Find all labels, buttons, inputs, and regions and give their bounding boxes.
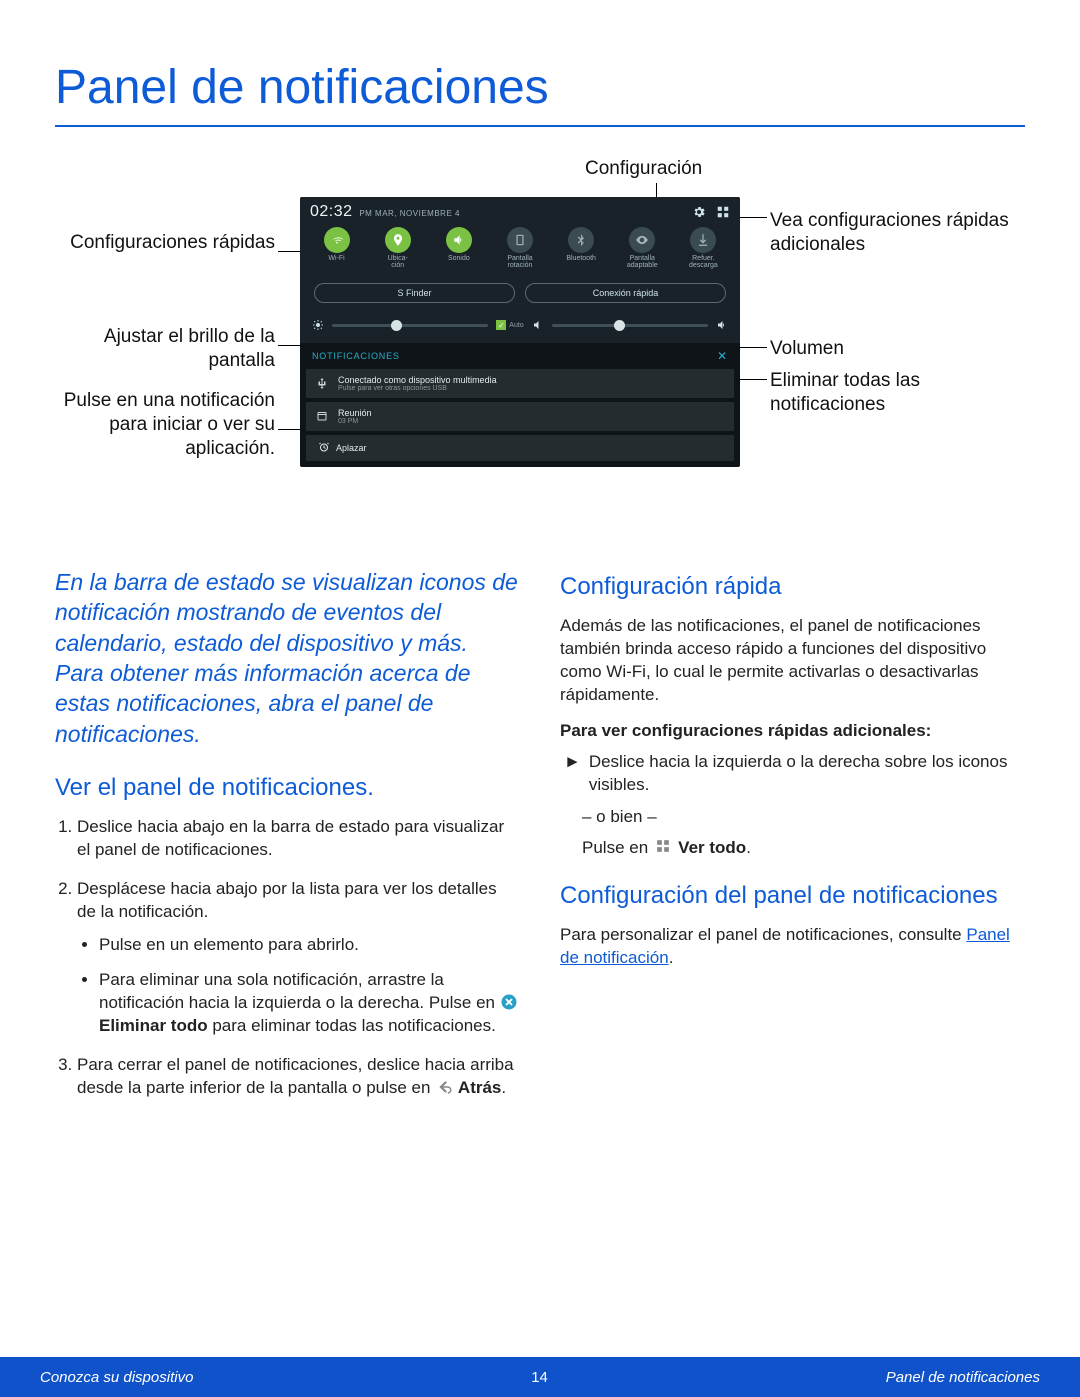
- arrow-item-viewall: Pulse en Ver todo.: [560, 837, 1025, 860]
- callout-quick-settings: Configuraciones rápidas: [55, 231, 275, 255]
- annotated-screenshot: Configuración Vea configuraciones rápida…: [55, 157, 1025, 537]
- footer-page-number: 14: [531, 1369, 548, 1386]
- notifications-header-label: NOTIFICACIONES: [312, 351, 400, 361]
- heading-quick-settings: Configuración rápida: [560, 573, 1025, 601]
- download-booster-icon[interactable]: [690, 227, 716, 253]
- volume-icon: [716, 319, 728, 331]
- heading-view-panel: Ver el panel de notificaciones.: [55, 774, 520, 802]
- arrow-item-swipe: ►Deslice hacia la izquierda o la derecha…: [560, 751, 1025, 797]
- rotate-icon[interactable]: [507, 227, 533, 253]
- adaptive-display-icon[interactable]: [629, 227, 655, 253]
- sfinder-button[interactable]: S Finder: [314, 283, 515, 303]
- callout-clear-all: Eliminar todas las notificaciones: [770, 369, 1020, 417]
- quick-settings-row: Wi-Fi Ubica- ción Sonido Pantalla rotaci…: [300, 225, 740, 275]
- snooze-button[interactable]: Aplazar: [306, 435, 734, 461]
- gear-icon[interactable]: [692, 205, 706, 219]
- heading-panel-config: Configuración del panel de notificacione…: [560, 882, 1025, 910]
- location-icon[interactable]: [385, 227, 411, 253]
- paragraph-quick-settings: Además de las notificaciones, el panel d…: [560, 615, 1025, 707]
- step-1: Deslice hacia abajo en la barra de estad…: [77, 816, 520, 862]
- volume-slider-icon: [532, 319, 544, 331]
- page-footer: Conozca su dispositivo 14 Panel de notif…: [0, 1357, 1080, 1397]
- notification-card-meeting[interactable]: Reunión 03 PM: [306, 402, 734, 431]
- clear-all-x-icon: [500, 993, 518, 1011]
- step-2: Desplácese hacia abajo por la lista para…: [77, 878, 520, 1038]
- back-icon: [435, 1078, 453, 1096]
- page-title: Panel de notificaciones: [55, 60, 1025, 127]
- callout-volume: Volumen: [770, 337, 844, 361]
- usb-icon: [316, 377, 328, 389]
- right-column: Configuración rápida Además de las notif…: [560, 567, 1025, 1116]
- left-column: En la barra de estado se visualizan icon…: [55, 567, 520, 1116]
- or-divider: – o bien –: [560, 807, 1025, 827]
- clear-all-icon[interactable]: ✕: [717, 349, 728, 363]
- alarm-icon: [318, 441, 330, 455]
- grid-icon[interactable]: [716, 205, 730, 219]
- panel-time: 02:32: [310, 203, 353, 220]
- calendar-icon: [316, 410, 328, 422]
- footer-right: Panel de notificaciones: [886, 1369, 1040, 1386]
- callout-brightness: Ajustar el brillo de la pantalla: [55, 325, 275, 373]
- bullet-open-item: Pulse en un elemento para abrirlo.: [99, 934, 520, 957]
- brightness-icon: [312, 319, 324, 331]
- bullet-clear-item: Para eliminar una sola notificación, arr…: [99, 969, 520, 1038]
- step-3: Para cerrar el panel de notificaciones, …: [77, 1054, 520, 1100]
- notification-card-usb[interactable]: Conectado como dispositivo multimedia Pu…: [306, 369, 734, 398]
- intro-paragraph: En la barra de estado se visualizan icon…: [55, 567, 520, 749]
- quick-connect-button[interactable]: Conexión rápida: [525, 283, 726, 303]
- notification-panel-screenshot: 02:32 PM MAR, NOVIEMBRE 4 Wi-Fi Ubica- c…: [300, 197, 740, 467]
- view-all-grid-icon: [656, 837, 670, 851]
- paragraph-panel-config: Para personalizar el panel de notificaci…: [560, 924, 1025, 970]
- wifi-icon[interactable]: [324, 227, 350, 253]
- callout-view-additional: Vea configuraciones rápidas adicionales: [770, 209, 1020, 257]
- panel-date: PM MAR, NOVIEMBRE 4: [359, 209, 460, 218]
- callout-tap-notification: Pulse en una notificación para iniciar o…: [55, 389, 275, 460]
- sound-icon[interactable]: [446, 227, 472, 253]
- volume-slider[interactable]: [552, 324, 708, 327]
- subhead-additional: Para ver configuraciones rápidas adicion…: [560, 721, 1025, 741]
- footer-left: Conozca su dispositivo: [40, 1369, 193, 1386]
- brightness-slider[interactable]: ✓Auto: [312, 315, 728, 335]
- callout-settings: Configuración: [585, 157, 702, 181]
- bluetooth-icon[interactable]: [568, 227, 594, 253]
